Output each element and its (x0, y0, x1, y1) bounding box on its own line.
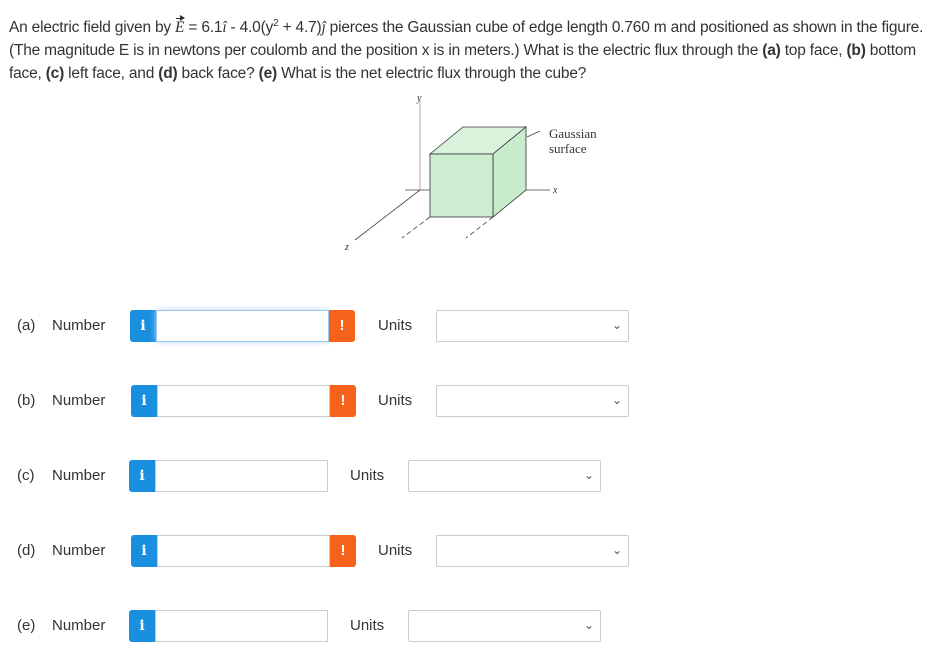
warning-icon[interactable]: ! (329, 310, 355, 342)
units-select[interactable]: ⌄ (436, 535, 629, 567)
answer-row: (a) Number i ! Units ⌄ (0, 310, 949, 342)
info-icon[interactable]: i (129, 460, 155, 492)
units-select[interactable]: ⌄ (436, 310, 629, 342)
number-input[interactable] (155, 610, 328, 642)
chevron-down-icon: ⌄ (611, 543, 622, 557)
info-icon[interactable]: i (131, 535, 157, 567)
units-select[interactable]: ⌄ (408, 460, 601, 492)
chevron-down-icon: ⌄ (611, 318, 622, 332)
number-label: Number (52, 392, 106, 409)
number-input[interactable] (156, 310, 329, 342)
part-label: (b) (17, 392, 36, 409)
answer-row: (b) Number i ! Units ⌄ (0, 385, 949, 417)
z-axis-label: z (344, 242, 349, 253)
answer-row: (e) Number i Units ⌄ (0, 610, 949, 642)
warning-icon[interactable]: ! (330, 535, 356, 567)
x-axis-label: x (552, 185, 558, 196)
info-icon[interactable]: i (130, 310, 156, 342)
answer-row: (d) Number i ! Units ⌄ (0, 535, 949, 567)
units-label: Units (378, 542, 413, 559)
units-label: Units (350, 617, 385, 634)
vector-e: E (175, 15, 186, 39)
chevron-down-icon: ⌄ (611, 393, 622, 407)
part-label: (a) (17, 317, 36, 334)
part-label: (c) (17, 467, 35, 484)
units-label: Units (350, 467, 385, 484)
units-select[interactable]: ⌄ (436, 385, 629, 417)
number-input[interactable] (155, 460, 328, 492)
units-label: Units (378, 392, 413, 409)
info-icon[interactable]: i (131, 385, 157, 417)
gaussian-cube-figure: y x z Gaussian surface (344, 93, 597, 253)
number-label: Number (52, 617, 106, 634)
answer-row: (c) Number i Units ⌄ (0, 460, 949, 492)
part-label: (e) (17, 617, 36, 634)
number-input[interactable] (157, 385, 330, 417)
y-axis-label: y (416, 93, 422, 104)
surface-label: Gaussian (549, 126, 597, 141)
units-label: Units (378, 317, 413, 334)
question-text: An electric field given by E = 6.1î - 4.… (9, 15, 924, 83)
units-select[interactable]: ⌄ (408, 610, 601, 642)
warning-icon[interactable]: ! (330, 385, 356, 417)
info-icon[interactable]: i (129, 610, 155, 642)
number-label: Number (52, 542, 106, 559)
number-label: Number (52, 467, 106, 484)
number-label: Number (52, 317, 106, 334)
chevron-down-icon: ⌄ (583, 468, 594, 482)
chevron-down-icon: ⌄ (583, 618, 594, 632)
svg-text:surface: surface (549, 141, 587, 156)
part-label: (d) (17, 542, 36, 559)
number-input[interactable] (157, 535, 330, 567)
